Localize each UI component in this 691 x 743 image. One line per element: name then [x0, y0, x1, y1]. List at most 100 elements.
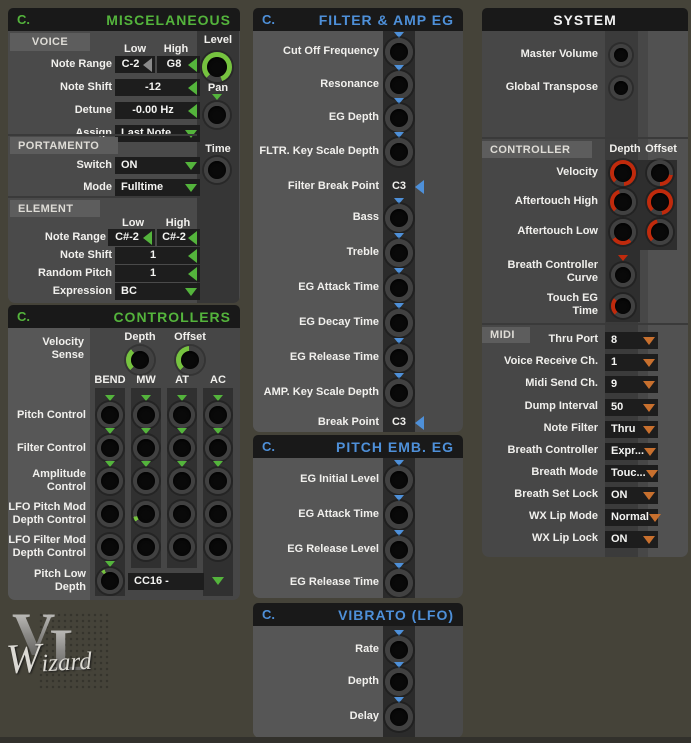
portamento-time-knob[interactable]	[204, 157, 230, 183]
filter-break-point-value[interactable]: C3	[383, 180, 415, 193]
eg-attack-time-knob[interactable]	[385, 274, 413, 302]
aftertouch-low-depth-knob[interactable]	[610, 219, 636, 245]
stepper-left-arrow-icon[interactable]	[188, 104, 197, 118]
lfo-pitch-mod-mw-knob[interactable]	[133, 501, 159, 527]
treble-knob[interactable]	[385, 239, 413, 267]
pitch-control-bend-knob[interactable]	[97, 402, 123, 428]
cutoff-knob[interactable]	[385, 38, 413, 66]
vibrato-depth-knob[interactable]	[385, 668, 413, 696]
amplitude-control-at-knob[interactable]	[169, 468, 195, 494]
value-left-arrow-icon[interactable]	[415, 416, 424, 430]
aftertouch-low-offset-knob[interactable]	[647, 219, 673, 245]
dropdown-arrow-icon[interactable]	[646, 470, 658, 478]
filter-control-ac-knob[interactable]	[205, 435, 231, 461]
breath-controller-dropdown[interactable]: Expr...	[605, 443, 658, 460]
value-left-arrow-icon[interactable]	[415, 180, 424, 194]
velocity-sense-depth-knob[interactable]	[126, 346, 154, 374]
stepper-left-arrow-icon[interactable]	[143, 58, 152, 72]
midi-send-ch-dropdown[interactable]: 9	[605, 376, 658, 393]
pitch-control-at-knob[interactable]	[169, 402, 195, 428]
voice-note-shift-stepper[interactable]: -12	[115, 79, 200, 96]
amp-key-scale-depth-knob[interactable]	[385, 379, 413, 407]
voice-receive-ch-dropdown[interactable]: 1	[605, 354, 658, 371]
breath-controller-curve-knob[interactable]	[611, 263, 635, 287]
lfo-pitch-mod-bend-knob[interactable]	[97, 501, 123, 527]
dropdown-arrow-icon[interactable]	[643, 426, 655, 434]
element-random-pitch-stepper[interactable]: 1	[115, 265, 200, 282]
pitch-eg-release-level-knob[interactable]	[385, 536, 413, 564]
pitch-eg-release-time-knob[interactable]	[385, 569, 413, 597]
filter-control-at-knob[interactable]	[169, 435, 195, 461]
lfo-pitch-mod-at-knob[interactable]	[169, 501, 195, 527]
pitch-eg-compare-button[interactable]: C.	[262, 439, 275, 454]
wx-lip-mode-dropdown[interactable]: Normal	[605, 509, 658, 526]
dropdown-arrow-icon[interactable]	[185, 288, 197, 296]
vibrato-compare-button[interactable]: C.	[262, 607, 275, 622]
pitch-control-mw-knob[interactable]	[133, 402, 159, 428]
pitch-eg-initial-level-knob[interactable]	[385, 466, 413, 494]
dropdown-arrow-icon[interactable]	[643, 404, 655, 412]
fltr-key-scale-depth-knob[interactable]	[385, 138, 413, 166]
filter-control-bend-knob[interactable]	[97, 435, 123, 461]
velocity-sense-offset-knob[interactable]	[176, 346, 204, 374]
master-volume-knob[interactable]	[610, 44, 632, 66]
portamento-mode-dropdown[interactable]: Fulltime	[115, 179, 200, 196]
element-expression-dropdown[interactable]: BC	[115, 283, 200, 300]
element-note-range-high-stepper[interactable]: C#-2	[157, 229, 200, 246]
controllers-compare-button[interactable]: C.	[17, 309, 30, 324]
stepper-left-arrow-icon[interactable]	[188, 58, 197, 72]
element-note-range-low-stepper[interactable]: C#-2	[108, 229, 155, 246]
voice-note-range-low-stepper[interactable]: C-2	[115, 56, 155, 73]
dropdown-arrow-icon[interactable]	[643, 381, 655, 389]
pitch-control-ac-knob[interactable]	[205, 402, 231, 428]
stepper-left-arrow-icon[interactable]	[188, 231, 197, 245]
vibrato-rate-knob[interactable]	[385, 636, 413, 664]
dropdown-arrow-icon[interactable]	[643, 337, 655, 345]
aftertouch-high-offset-knob[interactable]	[647, 189, 673, 215]
dropdown-arrow-icon[interactable]	[643, 492, 655, 500]
misc-compare-button[interactable]: C.	[17, 12, 30, 27]
amplitude-control-mw-knob[interactable]	[133, 468, 159, 494]
global-transpose-knob[interactable]	[610, 77, 632, 99]
wx-lip-lock-dropdown[interactable]: ON	[605, 531, 658, 548]
amplitude-control-ac-knob[interactable]	[205, 468, 231, 494]
velocity-offset-knob[interactable]	[647, 160, 673, 186]
thru-port-dropdown[interactable]: 8	[605, 332, 658, 349]
eg-release-time-knob[interactable]	[385, 344, 413, 372]
stepper-left-arrow-icon[interactable]	[188, 81, 197, 95]
level-knob[interactable]	[202, 52, 232, 82]
note-filter-dropdown[interactable]: Thru	[605, 421, 658, 438]
dropdown-arrow-icon[interactable]	[643, 359, 655, 367]
voice-note-range-high-stepper[interactable]: G8	[157, 56, 200, 73]
amplitude-control-bend-knob[interactable]	[97, 468, 123, 494]
stepper-left-arrow-icon[interactable]	[143, 231, 152, 245]
stepper-left-arrow-icon[interactable]	[188, 249, 197, 263]
cc-dropdown-arrow-icon[interactable]	[212, 577, 224, 585]
break-point-value[interactable]: C3	[383, 416, 415, 429]
voice-detune-stepper[interactable]: -0.00 Hz	[115, 102, 200, 119]
dropdown-arrow-icon[interactable]	[649, 514, 661, 522]
lfo-filter-mod-at-knob[interactable]	[169, 534, 195, 560]
resonance-knob[interactable]	[385, 71, 413, 99]
pitch-low-depth-knob[interactable]	[97, 568, 123, 594]
dump-interval-dropdown[interactable]: 50	[605, 399, 658, 416]
lfo-filter-mod-mw-knob[interactable]	[133, 534, 159, 560]
pan-knob[interactable]	[204, 102, 230, 128]
filter-compare-button[interactable]: C.	[262, 12, 275, 27]
aftertouch-high-depth-knob[interactable]	[610, 189, 636, 215]
eg-depth-knob[interactable]	[385, 104, 413, 132]
dropdown-arrow-icon[interactable]	[643, 536, 655, 544]
filter-control-mw-knob[interactable]	[133, 435, 159, 461]
dropdown-arrow-icon[interactable]	[185, 162, 197, 170]
bass-knob[interactable]	[385, 204, 413, 232]
dropdown-arrow-icon[interactable]	[185, 184, 197, 192]
eg-decay-time-knob[interactable]	[385, 309, 413, 337]
velocity-depth-knob[interactable]	[610, 160, 636, 186]
portamento-switch-dropdown[interactable]: ON	[115, 157, 200, 174]
lfo-pitch-mod-ac-knob[interactable]	[205, 501, 231, 527]
stepper-left-arrow-icon[interactable]	[188, 267, 197, 281]
breath-mode-dropdown[interactable]: Touc...	[605, 465, 658, 482]
breath-set-lock-dropdown[interactable]: ON	[605, 487, 658, 504]
cc-assign-dropdown[interactable]: CC16 -	[128, 573, 204, 590]
lfo-filter-mod-ac-knob[interactable]	[205, 534, 231, 560]
